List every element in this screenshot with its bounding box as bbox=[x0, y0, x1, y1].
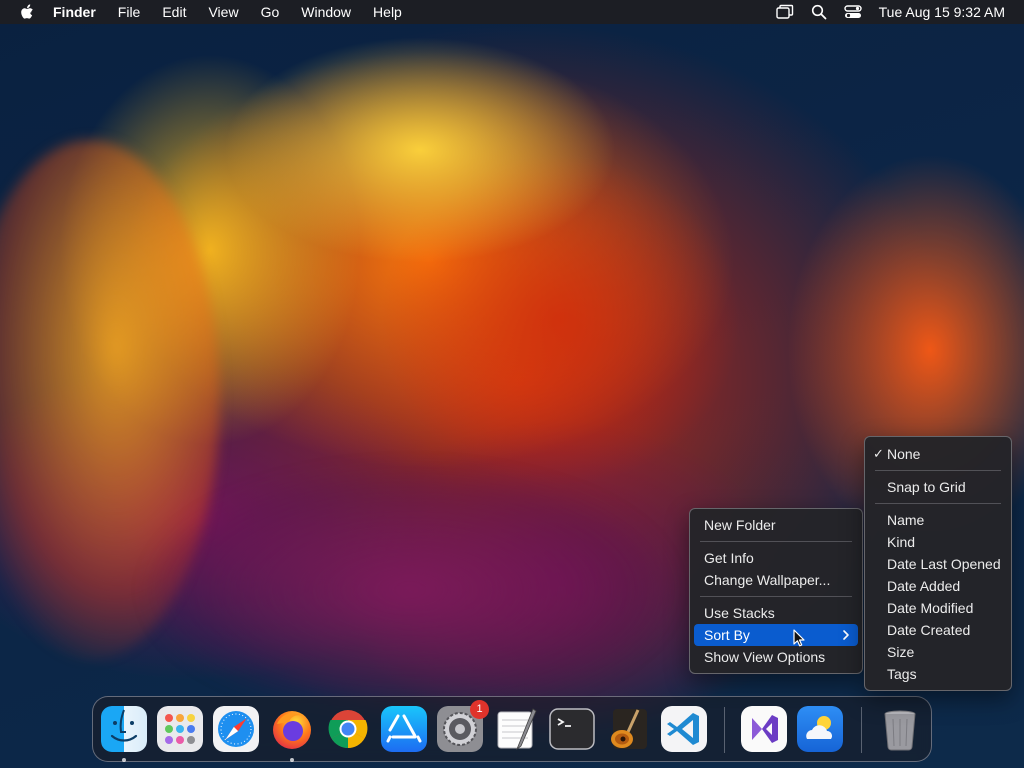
app-store-icon[interactable] bbox=[381, 706, 427, 752]
menu-help[interactable]: Help bbox=[362, 0, 413, 24]
menu-file[interactable]: File bbox=[107, 0, 152, 24]
menu-go[interactable]: Go bbox=[250, 0, 291, 24]
menu-bar-left: Finder File Edit View Go Window Help bbox=[0, 0, 413, 24]
menu-item-sort-by-label: Sort By bbox=[704, 627, 750, 643]
trash-icon[interactable] bbox=[877, 706, 923, 752]
firefox-running-indicator bbox=[290, 758, 294, 762]
submenu-item-none[interactable]: ✓ None bbox=[865, 443, 1011, 465]
dock-separator bbox=[861, 707, 862, 753]
vscode-icon[interactable] bbox=[661, 706, 707, 752]
spotlight-search-icon[interactable] bbox=[809, 2, 829, 22]
launchpad-icon[interactable] bbox=[157, 706, 203, 752]
menu-separator bbox=[875, 470, 1001, 471]
notification-badge: 1 bbox=[470, 700, 489, 719]
control-center-icon[interactable] bbox=[843, 2, 863, 22]
menu-edit[interactable]: Edit bbox=[151, 0, 197, 24]
menu-item-sort-by[interactable]: Sort By bbox=[694, 624, 858, 646]
apple-icon[interactable] bbox=[20, 4, 34, 20]
menu-item-new-folder[interactable]: New Folder bbox=[690, 514, 862, 536]
menu-separator bbox=[700, 541, 852, 542]
checkmark-icon: ✓ bbox=[873, 446, 884, 461]
submenu-item-snap-to-grid[interactable]: Snap to Grid bbox=[865, 476, 1011, 498]
menu-bar-clock[interactable]: Tue Aug 15 9:32 AM bbox=[879, 4, 1005, 20]
menu-bar: Finder File Edit View Go Window Help Tue… bbox=[0, 0, 1024, 24]
menu-item-get-info[interactable]: Get Info bbox=[690, 547, 862, 569]
firefox-icon[interactable] bbox=[269, 706, 315, 752]
submenu-item-kind[interactable]: Kind bbox=[865, 531, 1011, 553]
submenu-item-date-modified[interactable]: Date Modified bbox=[865, 597, 1011, 619]
menu-view[interactable]: View bbox=[197, 0, 249, 24]
menu-separator bbox=[700, 596, 852, 597]
menu-item-use-stacks[interactable]: Use Stacks bbox=[690, 602, 862, 624]
sort-by-submenu: ✓ None Snap to Grid Name Kind Date Last … bbox=[864, 436, 1012, 691]
menu-bar-right: Tue Aug 15 9:32 AM bbox=[761, 0, 1024, 24]
finder-icon[interactable] bbox=[101, 706, 147, 752]
menu-item-show-view-options[interactable]: Show View Options bbox=[690, 646, 862, 668]
submenu-item-date-added[interactable]: Date Added bbox=[865, 575, 1011, 597]
submenu-item-date-created[interactable]: Date Created bbox=[865, 619, 1011, 641]
textedit-icon[interactable] bbox=[493, 706, 539, 752]
screen-mirroring-icon[interactable] bbox=[775, 2, 795, 22]
submenu-item-tags[interactable]: Tags bbox=[865, 663, 1011, 685]
visual-studio-icon[interactable] bbox=[741, 706, 787, 752]
menu-finder[interactable]: Finder bbox=[53, 0, 107, 24]
submenu-item-name[interactable]: Name bbox=[865, 509, 1011, 531]
dock: 1 bbox=[92, 696, 932, 762]
menu-item-change-wallpaper[interactable]: Change Wallpaper... bbox=[690, 569, 862, 591]
safari-icon[interactable] bbox=[213, 706, 259, 752]
submenu-item-size[interactable]: Size bbox=[865, 641, 1011, 663]
menu-window[interactable]: Window bbox=[290, 0, 362, 24]
dock-separator bbox=[724, 707, 725, 753]
submenu-item-none-label: None bbox=[887, 446, 921, 462]
finder-running-indicator bbox=[122, 758, 126, 762]
menu-separator bbox=[875, 503, 1001, 504]
garageband-icon[interactable] bbox=[605, 706, 651, 752]
mouse-cursor bbox=[793, 629, 805, 652]
terminal-icon[interactable] bbox=[549, 706, 595, 752]
chrome-icon[interactable] bbox=[325, 706, 371, 752]
wallpaper-purple-wave bbox=[150, 470, 670, 710]
weather-icon[interactable] bbox=[797, 706, 843, 752]
desktop-context-menu: New Folder Get Info Change Wallpaper... … bbox=[689, 508, 863, 674]
submenu-item-date-last-opened[interactable]: Date Last Opened bbox=[865, 553, 1011, 575]
